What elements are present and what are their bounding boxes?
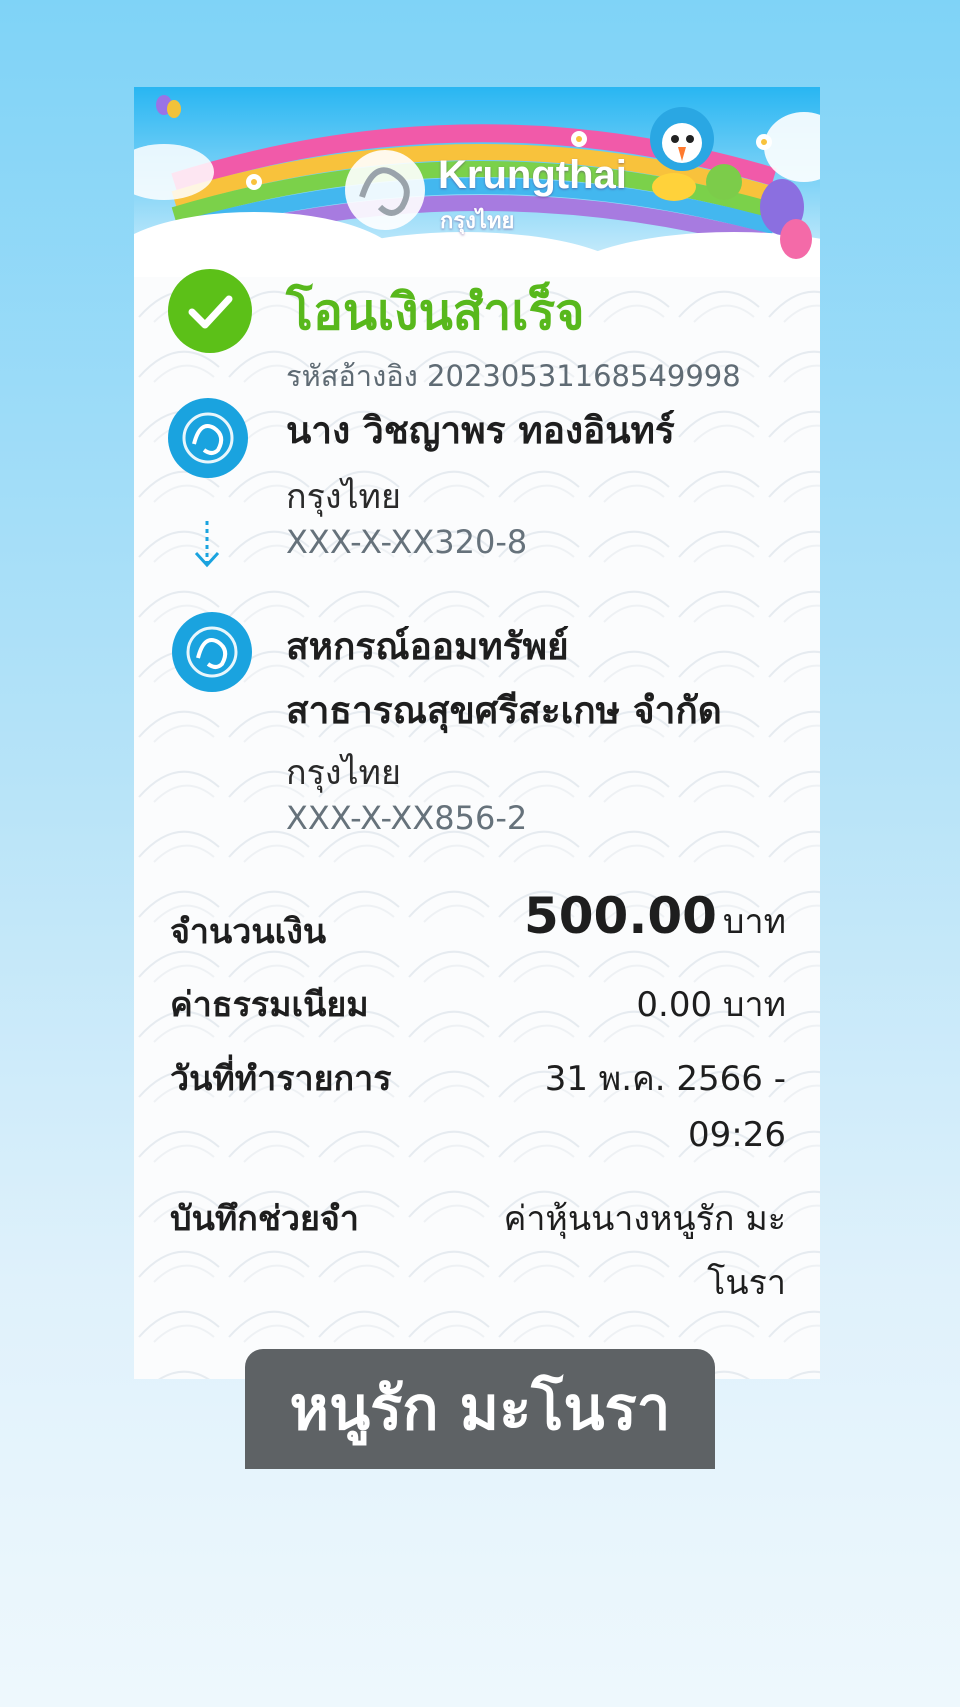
- arrow-down-icon: [194, 521, 220, 568]
- fee-value: 0.00 บาท: [636, 985, 786, 1025]
- transfer-success-title: โอนเงินสำเร็จ: [286, 283, 585, 341]
- name-caption: หนูรัก มะโนรา: [245, 1349, 715, 1469]
- receiver-bank: กรุงไทย: [286, 753, 401, 793]
- amount-unit: บาท: [722, 902, 786, 942]
- receiver-bank-logo-icon: [172, 612, 252, 692]
- memo-label: บันทึกช่วยจำ: [170, 1199, 359, 1239]
- receiver-name-line1: สหกรณ์ออมทรัพย์: [286, 625, 569, 668]
- receiver-account: XXX-X-XX856-2: [286, 799, 528, 837]
- memo-value-line1: ค่าหุ้นนางหนูรัก มะ: [503, 1199, 786, 1239]
- reference-number: รหัสอ้างอิง 20230531168549998: [286, 359, 741, 393]
- sender-bank: กรุงไทย: [286, 477, 401, 517]
- sender-account: XXX-X-XX320-8: [286, 523, 528, 561]
- memo-value-line2: โนรา: [707, 1263, 786, 1303]
- receiver-name-line2: สาธารณสุขศรีสะเกษ จำกัด: [286, 689, 722, 732]
- date-value-line1: 31 พ.ค. 2566 -: [544, 1059, 786, 1099]
- amount-value: 500.00: [523, 887, 717, 945]
- amount-value-row: 500.00 บาท: [524, 887, 786, 948]
- brand-name-thai: กรุงไทย: [440, 209, 515, 234]
- success-check-icon: [168, 269, 252, 353]
- amount-label: จำนวนเงิน: [170, 912, 327, 952]
- sender-name: นาง วิชญาพร ทองอินทร์: [286, 409, 675, 452]
- sender-bank-logo-icon: [168, 398, 248, 478]
- fee-label: ค่าธรรมเนียม: [170, 985, 369, 1025]
- transfer-slip-card: Krungthai กรุงไทย โอนเงินสำเร็จ รหัสอ้าง…: [134, 87, 820, 1379]
- date-label: วันที่ทำรายการ: [170, 1059, 392, 1099]
- brand-name-english: Krungthai: [438, 153, 627, 197]
- date-value-line2: 09:26: [688, 1115, 786, 1155]
